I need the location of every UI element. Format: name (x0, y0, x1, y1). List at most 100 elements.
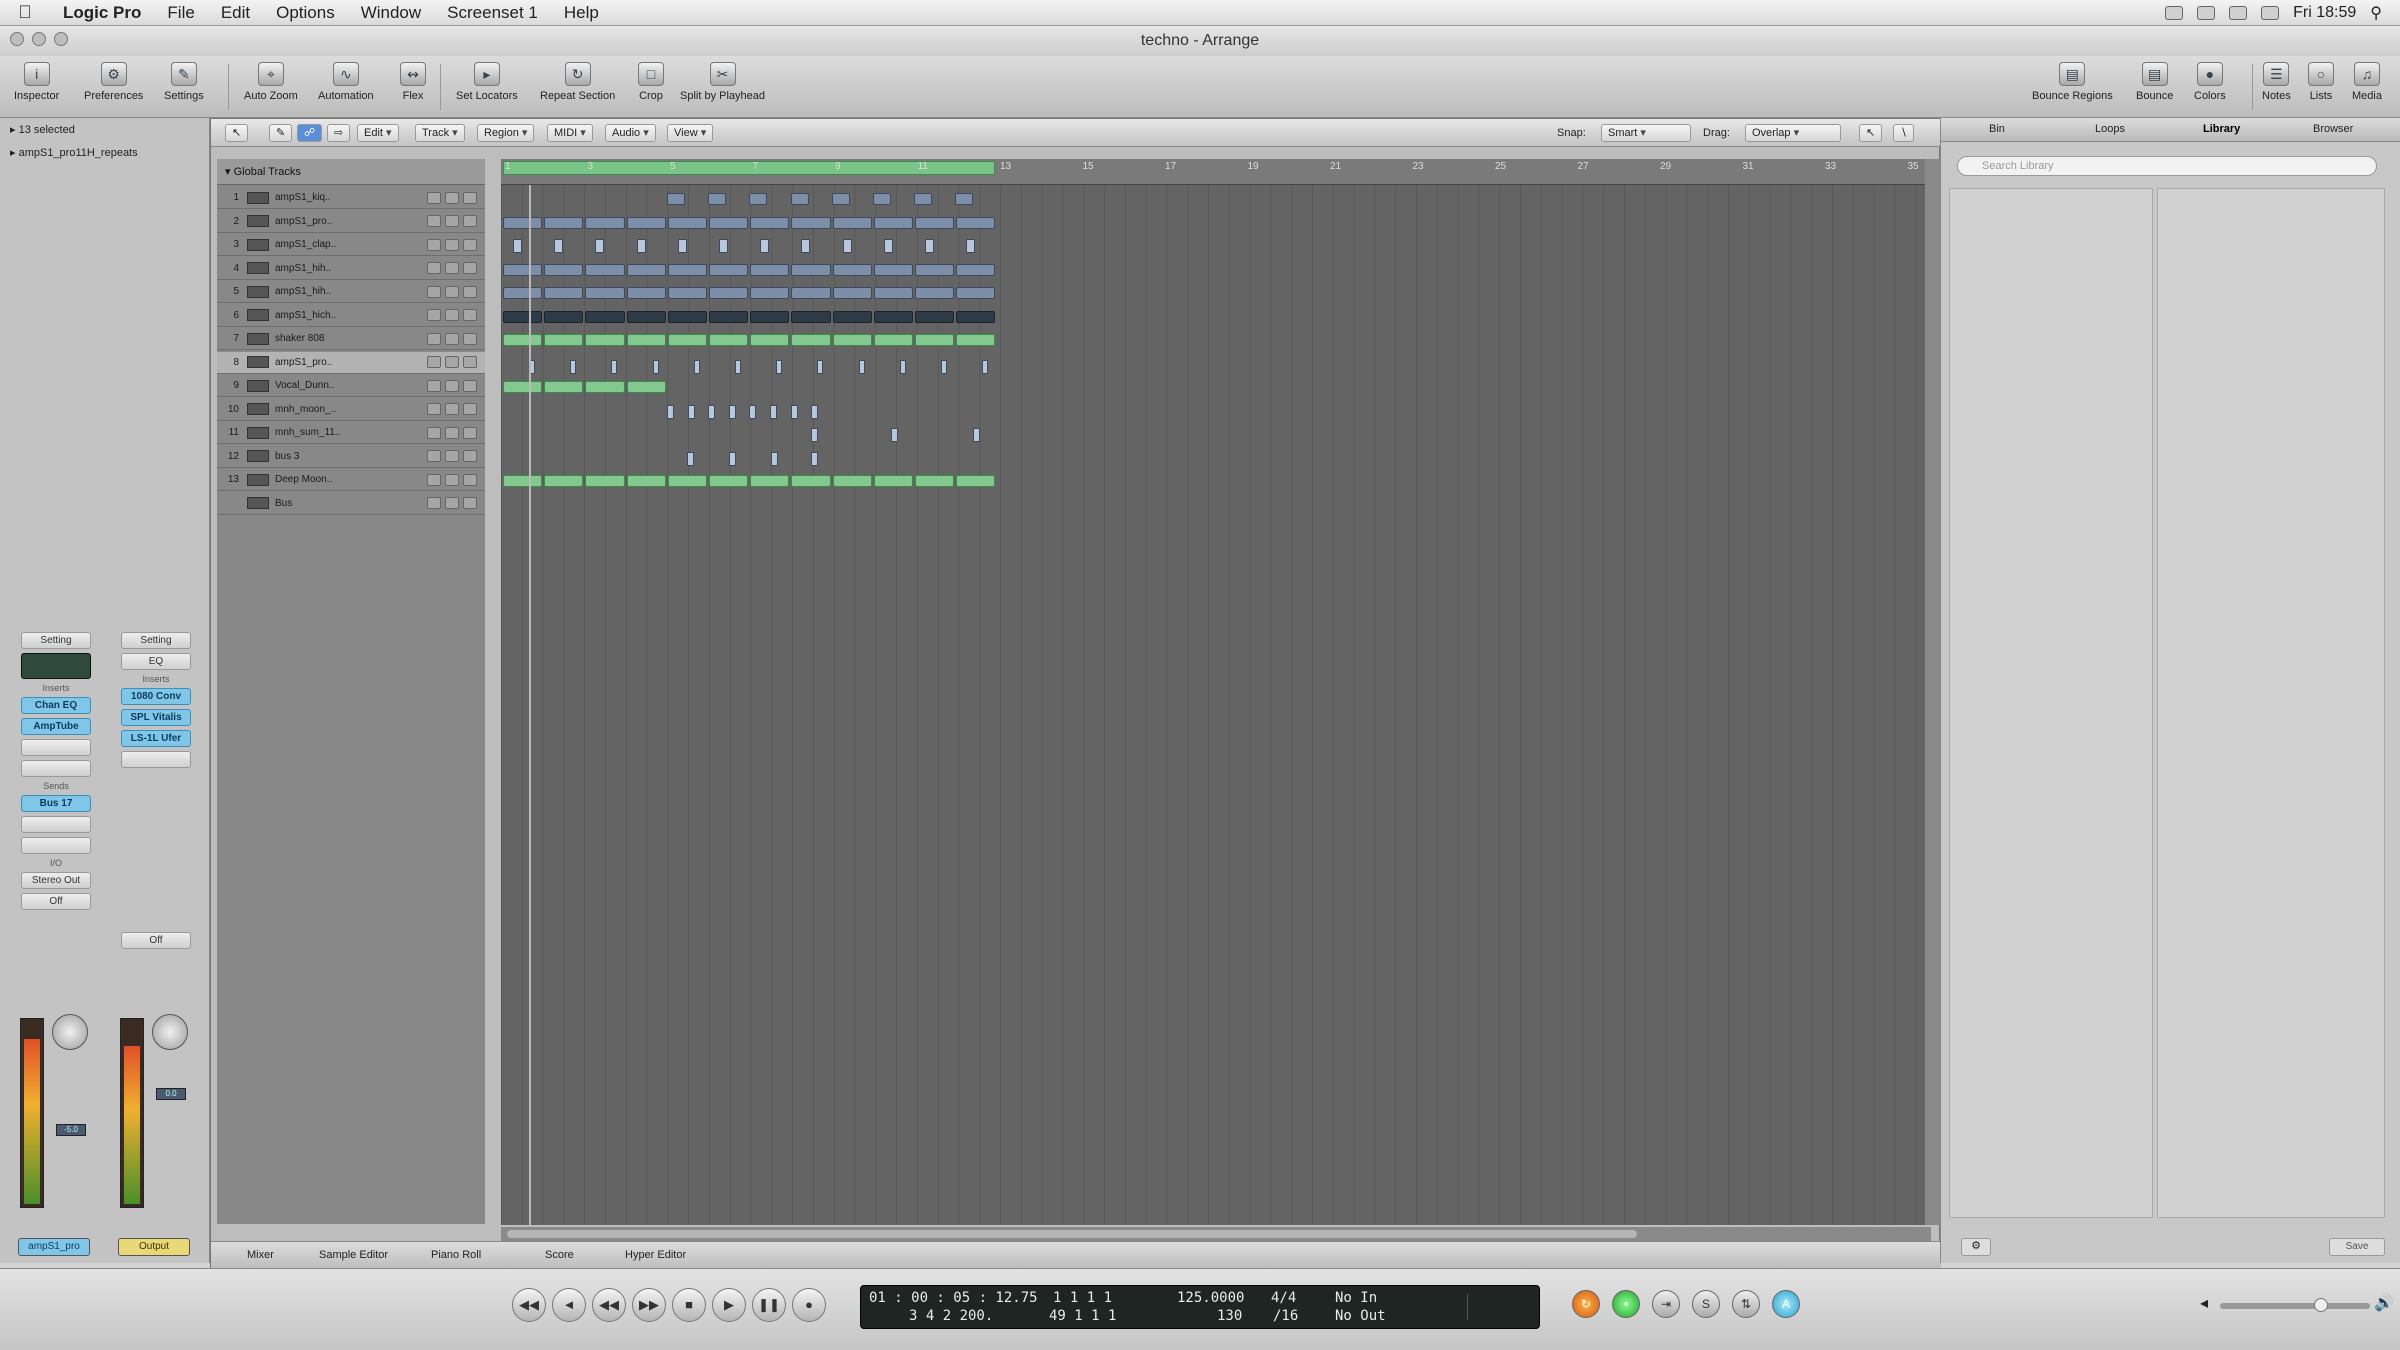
flex-button[interactable]: ↭ Flex (400, 62, 426, 102)
mute-button[interactable] (427, 309, 441, 321)
clap-hit[interactable] (513, 239, 522, 253)
audio-region[interactable] (708, 193, 727, 205)
solo-button[interactable] (445, 262, 459, 274)
track-name[interactable]: bus 3 (275, 451, 359, 462)
mute-button[interactable] (427, 238, 441, 251)
solo-button[interactable] (445, 309, 459, 321)
midi-region[interactable] (791, 334, 831, 346)
audio-region[interactable] (873, 193, 891, 205)
audio-hit[interactable] (728, 404, 736, 419)
fast-forward-icon[interactable]: ▶▶ (632, 1288, 666, 1322)
audio-hit[interactable] (771, 451, 778, 466)
midi-region[interactable] (626, 381, 666, 393)
midi-region[interactable] (544, 475, 584, 487)
clap-hit[interactable] (966, 239, 976, 253)
tab-loops[interactable]: Loops (2095, 123, 2125, 135)
mute-button[interactable] (427, 356, 441, 368)
menu-options[interactable]: Options (263, 3, 348, 23)
clap-hit[interactable] (760, 239, 770, 253)
audio-region[interactable] (750, 263, 790, 276)
menu-screenset[interactable]: Screenset 1 (434, 3, 551, 23)
audio-region[interactable] (667, 310, 707, 323)
midi-region[interactable] (503, 334, 543, 346)
audio-hit[interactable] (811, 404, 819, 419)
audio-region[interactable] (544, 263, 584, 276)
volume-icon[interactable] (2261, 5, 2280, 20)
pointer-tool[interactable]: ↖ (225, 124, 249, 142)
tab-browser[interactable]: Browser (2313, 123, 2353, 135)
audio-hit[interactable] (891, 428, 898, 442)
pointer-tool-menu[interactable]: ↖ (1859, 124, 1883, 142)
edit-menu[interactable]: Edit (357, 124, 399, 142)
track-name[interactable]: mnh_sum_11.. (275, 427, 359, 438)
insert-slot-3[interactable]: LS-1L Ufer (121, 730, 191, 747)
midi-region[interactable] (791, 475, 831, 487)
send-slot-1[interactable]: Bus 17 (21, 795, 91, 812)
track-header[interactable]: 10 mnh_moon_.. (217, 399, 485, 421)
midi-region[interactable] (503, 475, 543, 487)
midi-region[interactable] (709, 334, 749, 346)
audio-region[interactable] (955, 193, 974, 205)
record-enable-button[interactable] (463, 238, 477, 251)
mute-button[interactable] (427, 262, 441, 274)
audio-region[interactable] (667, 263, 707, 276)
midi-region[interactable] (667, 334, 707, 346)
audio-hit[interactable] (790, 404, 798, 419)
menu-clock[interactable]: Fri 18:59 (2293, 4, 2356, 22)
set-locators-button[interactable]: ▸ Set Locators (456, 62, 518, 102)
menu-file[interactable]: File (154, 3, 207, 23)
audio-region[interactable] (585, 287, 625, 299)
sync-icon[interactable]: ⇅ (1732, 1290, 1760, 1318)
clap-hit[interactable] (677, 239, 687, 253)
audio-hit[interactable] (770, 404, 777, 419)
autopunch-icon[interactable]: • (1612, 1290, 1640, 1318)
track-header[interactable]: 6 ampS1_hich.. (217, 305, 485, 327)
audio-region[interactable] (832, 263, 872, 276)
record-enable-button[interactable] (463, 473, 477, 486)
insert-slot-1[interactable]: 1080 Conv (121, 688, 191, 705)
channel-name[interactable]: Output (118, 1238, 190, 1256)
audio-hit[interactable] (611, 359, 618, 374)
audio-hit[interactable] (652, 359, 659, 374)
pause-icon[interactable]: ❚❚ (752, 1288, 786, 1322)
audio-region[interactable] (503, 287, 543, 299)
track-name[interactable]: ampS1_pro.. (275, 357, 359, 368)
tab-hyper-editor[interactable]: Hyper Editor (625, 1249, 686, 1261)
track-name[interactable]: Bus (275, 498, 359, 509)
mute-button[interactable] (427, 379, 441, 392)
midi-region[interactable] (915, 475, 955, 487)
audio-region[interactable] (915, 216, 955, 229)
output-slot[interactable]: Stereo Out (21, 872, 91, 889)
track-header[interactable]: 3 ampS1_clap.. (217, 234, 485, 256)
go-to-start-icon[interactable]: ◀◀ (512, 1288, 546, 1322)
solo-icon[interactable]: S (1692, 1290, 1720, 1318)
vertical-scrollbar[interactable] (1925, 159, 1941, 1225)
audio-region[interactable] (626, 216, 666, 229)
cycle-mode-icon[interactable]: ↻ (1572, 1290, 1600, 1318)
audio-region[interactable] (585, 310, 625, 323)
midi-region[interactable] (585, 475, 625, 487)
midi-region[interactable] (585, 334, 625, 346)
audio-region[interactable] (956, 287, 996, 299)
record-enable-button[interactable] (463, 403, 477, 415)
audio-region[interactable] (956, 310, 996, 323)
mute-button[interactable] (427, 191, 441, 204)
midi-region[interactable] (832, 334, 872, 346)
mute-button[interactable] (427, 285, 441, 298)
audio-region[interactable] (956, 263, 996, 276)
mute-button[interactable] (427, 426, 441, 439)
track-name[interactable]: shaker 808 (275, 333, 359, 344)
track-menu[interactable]: Track (415, 124, 465, 142)
media-button[interactable]: ♫ Media (2352, 62, 2382, 102)
crop-button[interactable]: □ Crop (638, 62, 664, 102)
menu-edit[interactable]: Edit (208, 3, 263, 23)
spotlight-icon[interactable]: ⚲ (2370, 3, 2382, 23)
wifi-icon[interactable] (2229, 5, 2248, 20)
audio-region[interactable] (709, 287, 749, 299)
bounce-button[interactable]: ▤ Bounce (2136, 62, 2173, 102)
audio-region[interactable] (791, 263, 831, 276)
auto-zoom-button[interactable]: ⌖ Auto Zoom (244, 62, 298, 102)
playhead[interactable] (529, 185, 531, 1225)
insert-slot-2[interactable]: SPL Vitalis (121, 709, 191, 726)
library-presets[interactable] (2157, 188, 2385, 1218)
